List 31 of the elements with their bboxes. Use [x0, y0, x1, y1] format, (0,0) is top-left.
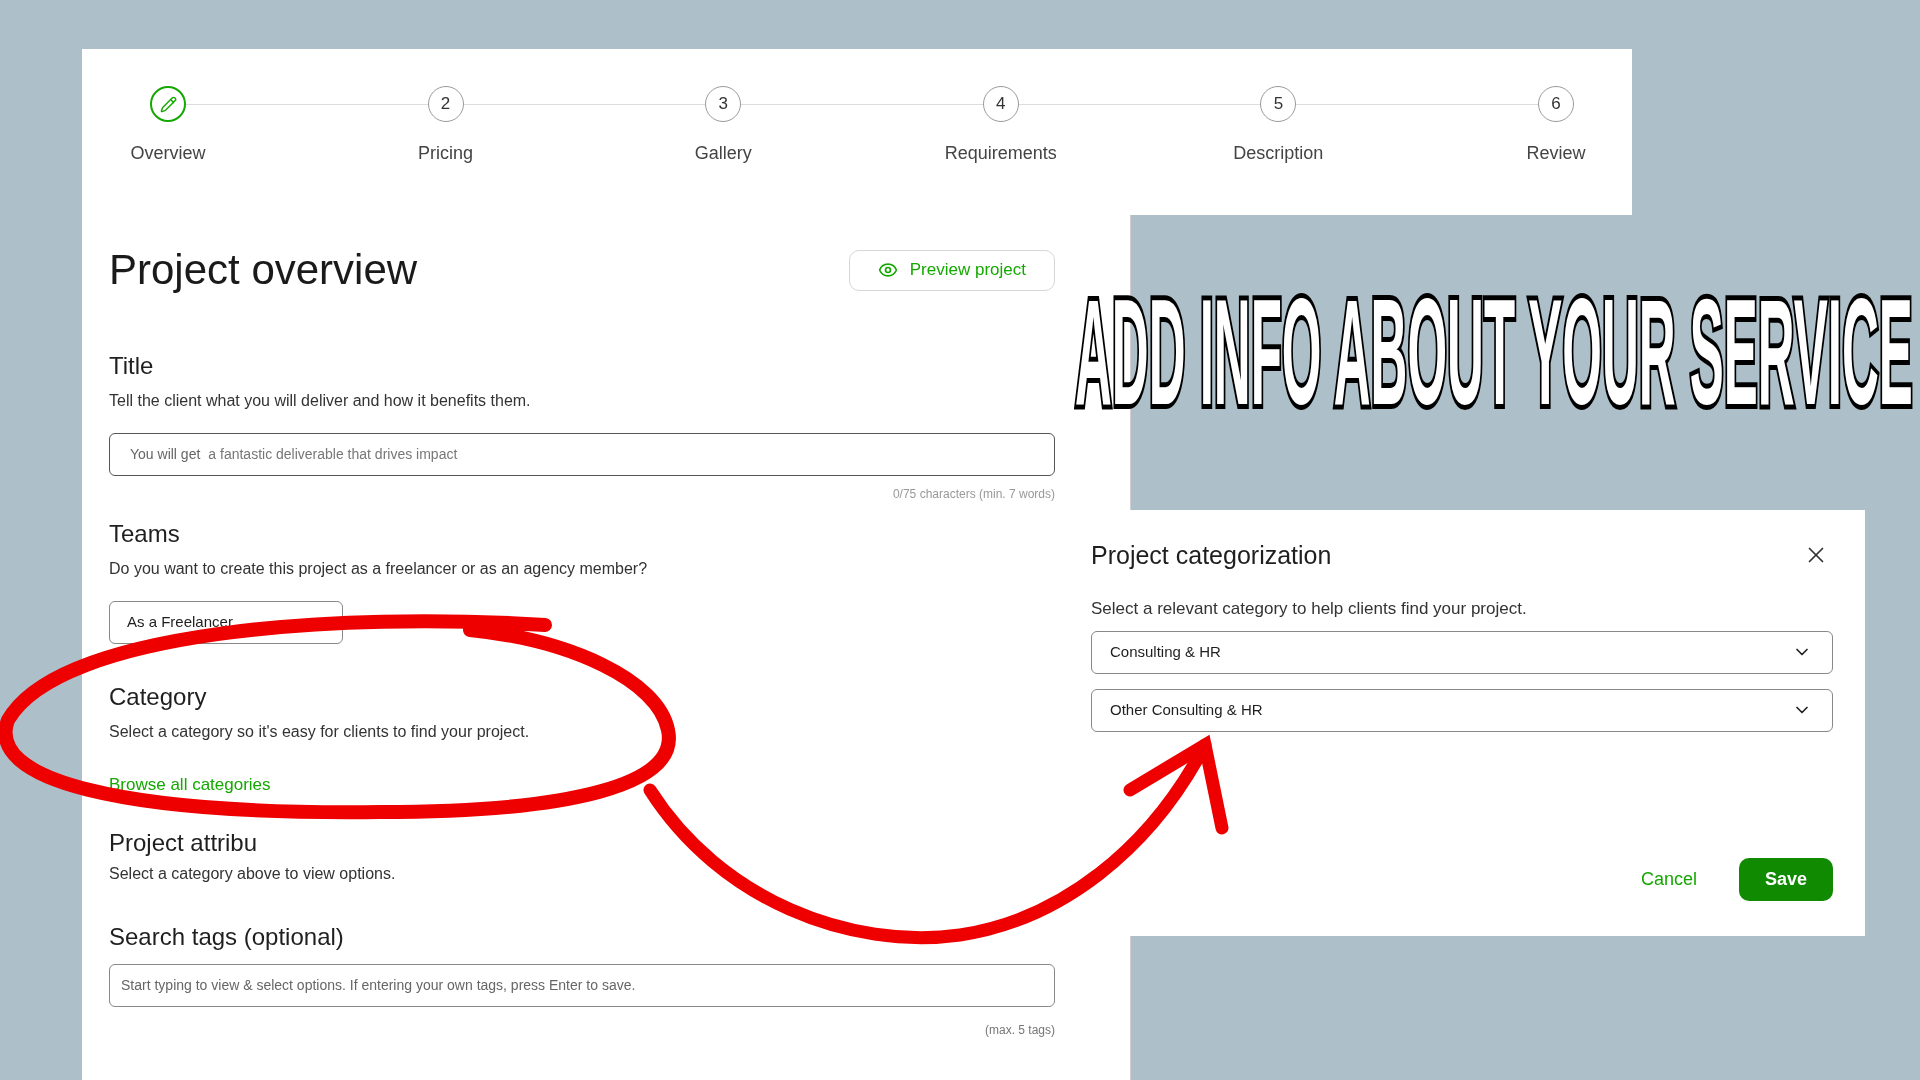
title-input-field[interactable]: You will get a fantastic deliverable that drives impact — [109, 433, 1055, 476]
section-heading: Title — [109, 351, 155, 381]
section-description: Tell the client what you will deliver and how it benefits them. — [109, 391, 532, 411]
section-heading: Teams — [109, 519, 181, 549]
step-label[interactable]: Pricing — [418, 140, 474, 167]
section-description: Do you want to create this project as a freelancer or as an agency member? — [109, 559, 649, 579]
input-prefix: You will get — [130, 445, 201, 464]
tags-input-field[interactable]: Start typing to view & select options. If entering your own tags, press Enter to save. — [109, 963, 1055, 1007]
teams-dropdown[interactable]: As a Freelancer — [109, 601, 343, 644]
character-counter: 0/75 characters (min. 7 words) — [891, 486, 1055, 503]
section-description: Select a category above to view options. — [109, 863, 397, 884]
save-button[interactable]: Save — [1739, 858, 1833, 901]
page-heading: Project overview — [109, 245, 418, 295]
step-label[interactable]: Description — [1233, 140, 1324, 167]
eye-icon — [877, 260, 898, 280]
category-select[interactable]: Other Consulting & HR — [1091, 688, 1833, 732]
category-select[interactable]: Consulting & HR — [1091, 630, 1833, 674]
section-heading: Project attribu — [109, 827, 259, 858]
step-label[interactable]: Overview — [130, 140, 206, 167]
title-input[interactable]: a fantastic deliverable that drives impact — [208, 444, 1034, 465]
banner-headline: ADD INFO ABOUT YOUR SERVICE — [1075, 282, 1913, 422]
dialog-title: Project categorization — [1091, 540, 1332, 571]
step-label[interactable]: Gallery — [694, 140, 752, 167]
section-heading: Search tags (optional) — [109, 921, 345, 952]
dialog-description: Select a relevant category to help clients find your project. — [1091, 598, 1528, 620]
tags-limit-note: (max. 5 tags) — [983, 1021, 1055, 1039]
section-heading: Category — [109, 682, 208, 712]
step-label[interactable]: Review — [1526, 140, 1586, 167]
pencil-icon — [159, 95, 177, 113]
section-description: Select a category so it's easy for clients to find your project. — [109, 722, 531, 742]
step-label[interactable]: Requirements — [944, 140, 1057, 167]
